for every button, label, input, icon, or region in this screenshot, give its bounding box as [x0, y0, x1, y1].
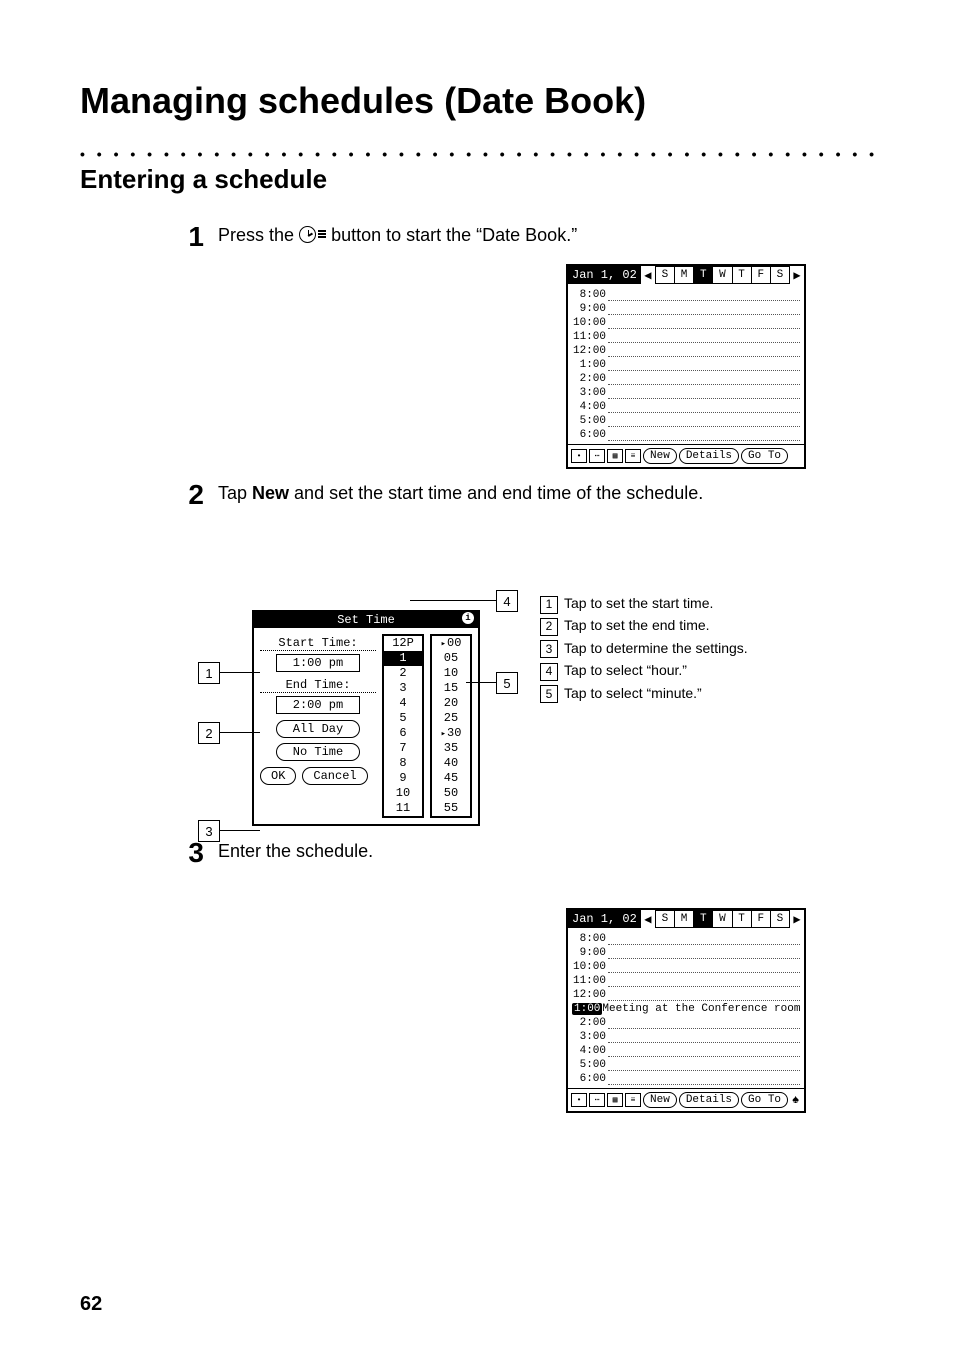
view-month-icon[interactable]: ▦ — [607, 449, 623, 463]
view-day-icon[interactable]: • — [571, 1093, 587, 1107]
goto-button[interactable]: Go To — [741, 448, 788, 464]
view-month-icon[interactable]: ▦ — [607, 1093, 623, 1107]
all-day-button[interactable]: All Day — [276, 720, 360, 738]
date-label: Jan 1, 02 — [568, 266, 641, 284]
weekday-strip[interactable]: SMTWTFS — [655, 266, 790, 284]
start-time-field[interactable]: 1:00 pm — [276, 654, 360, 672]
info-icon[interactable]: i — [462, 612, 474, 624]
weekday-strip[interactable]: SMTWTFS — [655, 910, 790, 928]
goto-button[interactable]: Go To — [741, 1092, 788, 1108]
list-lines-icon — [318, 229, 326, 240]
start-time-label: Start Time: — [260, 636, 376, 651]
datebook-screen-empty: Jan 1, 02 ◀ SMTWTFS ▶ 8:00 9:00 10:00 11… — [566, 264, 806, 469]
new-button[interactable]: New — [643, 448, 677, 464]
step-number: 1 — [180, 223, 204, 251]
callout-list: 1Tap to set the start time. 2Tap to set … — [540, 592, 748, 704]
callout-marker: 3 — [198, 820, 220, 842]
view-agenda-icon[interactable]: ≡ — [625, 449, 641, 463]
no-time-button[interactable]: No Time — [276, 743, 360, 761]
step-number: 2 — [180, 481, 204, 509]
section-title: Entering a schedule — [80, 164, 874, 195]
view-day-icon[interactable]: • — [571, 449, 587, 463]
step-text: Enter the schedule. — [218, 839, 373, 867]
hour-picker[interactable]: 12P 1 2 3 4 5 6 7 8 9 10 11 — [382, 634, 424, 818]
date-label: Jan 1, 02 — [568, 910, 641, 928]
end-time-field[interactable]: 2:00 pm — [276, 696, 360, 714]
view-week-icon[interactable]: ⋯ — [589, 1093, 605, 1107]
clock-icon — [299, 226, 316, 243]
next-week-icon[interactable]: ▶ — [790, 266, 804, 284]
new-button[interactable]: New — [643, 1092, 677, 1108]
page-title: Managing schedules (Date Book) — [80, 80, 874, 122]
callout-marker: 1 — [198, 662, 220, 684]
step-text: Tap New and set the start time and end t… — [218, 481, 703, 509]
prev-week-icon[interactable]: ◀ — [641, 266, 655, 284]
details-button[interactable]: Details — [679, 448, 739, 464]
ok-button[interactable]: OK — [260, 767, 296, 785]
scroll-up-icon[interactable]: ♠ — [792, 1093, 799, 1107]
hour-list[interactable]: 8:00 9:00 10:00 11:00 12:00 1:00Meeting … — [568, 928, 804, 1088]
step-number: 3 — [180, 839, 204, 867]
page-number: 62 — [80, 1293, 102, 1316]
end-time-label: End Time: — [260, 678, 376, 693]
view-week-icon[interactable]: ⋯ — [589, 449, 605, 463]
details-button[interactable]: Details — [679, 1092, 739, 1108]
datebook-screen-filled: Jan 1, 02 ◀ SMTWTFS ▶ 8:00 9:00 10:00 11… — [566, 908, 806, 1113]
set-time-dialog: Set Timei Start Time: 1:00 pm End Time: … — [252, 610, 480, 826]
minute-picker[interactable]: 00 05 10 15 20 25 30 35 40 45 50 55 — [430, 634, 472, 818]
next-week-icon[interactable]: ▶ — [790, 910, 804, 928]
hour-list[interactable]: 8:00 9:00 10:00 11:00 12:00 1:00 2:00 3:… — [568, 284, 804, 444]
step-text: Press the button to start the “Date Book… — [218, 223, 577, 251]
cancel-button[interactable]: Cancel — [302, 767, 367, 785]
schedule-entry[interactable]: Meeting at the Conference room — [602, 1003, 800, 1015]
callout-marker: 5 — [496, 672, 518, 694]
selected-hour[interactable]: 1:00 — [572, 1003, 602, 1015]
dialog-title: Set Timei — [254, 612, 478, 628]
dot-rule: • • • • • • • • • • • • • • • • • • • • … — [80, 146, 874, 160]
callout-marker: 4 — [496, 590, 518, 612]
view-agenda-icon[interactable]: ≡ — [625, 1093, 641, 1107]
callout-marker: 2 — [198, 722, 220, 744]
prev-week-icon[interactable]: ◀ — [641, 910, 655, 928]
